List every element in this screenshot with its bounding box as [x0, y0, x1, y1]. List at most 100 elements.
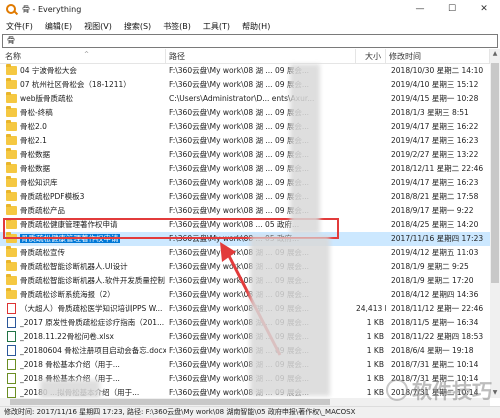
image-file-icon: [7, 373, 16, 384]
image-file-icon: [7, 387, 16, 398]
row-size: [356, 260, 386, 274]
row-modified: 2019/2/27 星期三 13:22: [391, 150, 479, 159]
folder-icon: [6, 274, 17, 285]
folder-icon: [6, 162, 17, 173]
row-name-text: web版骨质疏松: [20, 94, 74, 103]
table-row[interactable]: 骨松2.0 F:\360云盘\My work\08 湖 ... 09 展会... 2…: [0, 120, 490, 134]
row-modified: 2018/8/21 星期二 17:58: [391, 192, 479, 201]
row-name: _2018 骨松基本介绍（用于...: [20, 358, 166, 372]
row-size: [356, 162, 386, 176]
table-row[interactable]: 骨质疏松PDF模板3 F:\360云盘\My work\08 湖 ... 09 展…: [0, 190, 490, 204]
row-name: 04 宁波骨松大会: [20, 64, 166, 78]
row-modified: 2019/4/17 星期三 16:22: [391, 122, 479, 131]
folder-icon: [6, 134, 17, 145]
everything-app-icon: [6, 4, 16, 14]
row-size: [356, 148, 386, 162]
search-input[interactable]: 骨: [2, 34, 498, 48]
row-name: 骨松数据: [20, 162, 166, 176]
row-size: [356, 204, 386, 218]
row-name-text: 骨松数据: [20, 150, 50, 159]
table-row[interactable]: 骨松知识库 F:\360云盘\My work\08 湖 ... 09 展会... 2…: [0, 176, 490, 190]
row-name: 骨质疏松宣传: [20, 246, 166, 260]
column-headers: 名称 ^ 路径 大小 修改时间: [0, 49, 490, 64]
row-name: web版骨质疏松: [20, 92, 166, 106]
row-path: F:\360云盘\My work\08 湖 ... 09 展会...: [169, 206, 310, 215]
row-modified: 2018/12/11 星期二 22:46: [391, 164, 484, 173]
row-name: （大超人）骨质疏松医学知识培训PPS W...: [20, 302, 166, 316]
row-name-text: 骨松数据: [20, 164, 50, 173]
row-modified: 2019/4/15 星期一 10:28: [391, 94, 479, 103]
scroll-thumb[interactable]: [491, 63, 499, 283]
row-modified: 2017/11/16 星期四 17:23: [391, 234, 484, 243]
column-header-size[interactable]: 大小: [356, 49, 386, 64]
table-row[interactable]: 骨松数据 F:\360云盘\My work\08 湖 ... 09 展会... 20…: [0, 162, 490, 176]
table-row[interactable]: 骨松数据 F:\360云盘\My work\08 湖 ... 09 展会... 20…: [0, 148, 490, 162]
table-row[interactable]: 04 宁波骨松大会 F:\360云盘\My work\08 湖 ... 09 展会…: [0, 64, 490, 78]
row-name-text: （大超人）骨质疏松医学知识培训PPS W...: [20, 304, 163, 313]
row-name: 骨质疏松PDF模板3: [20, 190, 166, 204]
menu-tools[interactable]: 工具(T): [197, 21, 236, 32]
title-bar: 骨 - Everything — ☐ ✕: [0, 0, 500, 18]
folder-icon: [6, 260, 17, 271]
menu-edit[interactable]: 编辑(E): [39, 21, 78, 32]
column-header-modified[interactable]: 修改时间: [386, 49, 490, 64]
row-size: 1 KB: [366, 360, 384, 369]
menu-search[interactable]: 搜索(S): [118, 21, 157, 32]
privacy-blur: [250, 236, 330, 396]
folder-icon: [6, 120, 17, 131]
status-bar: 修改时间: 2017/11/16 星期四 17:23, 路径: F:\360云盘…: [0, 406, 500, 418]
row-size: [356, 246, 386, 260]
row-name: 骨质疏松产品: [20, 204, 166, 218]
row-name: 骨质疏松诊断系统海报（2）: [20, 288, 166, 302]
row-name-text: 骨质疏松宣传: [20, 248, 65, 257]
row-name: _20180604 骨松注册项目启动会备忘.docx: [20, 344, 166, 358]
row-name: 骨质疏松智能诊断机器人.UI设计: [20, 260, 166, 274]
row-modified: 2018/1/9 星期二 9:25: [391, 262, 469, 271]
row-name-text: _2018.11.22骨松问卷.xlsx: [20, 332, 114, 341]
row-modified: 2018/11/5 星期一 16:34: [391, 318, 479, 327]
row-name-text: 骨质疏松智能诊断机器人.软件开发质量控制: [20, 276, 165, 285]
scroll-up-icon[interactable]: ▲: [490, 49, 500, 59]
table-row[interactable]: 骨松-终稿 F:\360云盘\My work\08 湖 ... 09 展会... 2…: [0, 106, 490, 120]
table-row[interactable]: web版骨质疏松 C:\Users\Administrator\D... ents…: [0, 92, 490, 106]
sort-ascending-icon: ^: [84, 51, 90, 58]
row-path: F:\360云盘\My work\08 湖 ... 09 展会...: [169, 178, 310, 187]
row-path: F:\360云盘\My work\08 湖 ... 09 展会...: [169, 108, 310, 117]
row-modified: 2018/1/9 星期二 17:20: [391, 276, 474, 285]
menu-file[interactable]: 文件(F): [0, 21, 39, 32]
row-name-text: 骨松2.1: [20, 136, 47, 145]
menu-view[interactable]: 视图(V): [78, 21, 118, 32]
row-path: F:\360云盘\My work\08 湖 ... 09 展会...: [169, 122, 310, 131]
row-modified: 2018/4/25 星期三 14:20: [391, 220, 479, 229]
table-row[interactable]: 07 杭州社区骨松会（18-1211） F:\360云盘\My work\08 湖…: [0, 78, 490, 92]
row-name: 骨松知识库: [20, 176, 166, 190]
table-row[interactable]: 骨质疏松产品 F:\360云盘\My work\08 湖 ... 09 展会...…: [0, 204, 490, 218]
watermark-logo-icon: [386, 378, 408, 401]
row-name-text: 骨松知识库: [20, 178, 58, 187]
privacy-blur: [290, 64, 320, 234]
table-row[interactable]: 骨松2.1 F:\360云盘\My work\08 湖 ... 09 展会... 2…: [0, 134, 490, 148]
menu-bar: 文件(F) 编辑(E) 视图(V) 搜索(S) 书签(B) 工具(T) 帮助(H…: [0, 18, 500, 34]
column-header-path[interactable]: 路径: [166, 49, 356, 64]
row-name: 骨松2.1: [20, 134, 166, 148]
table-row[interactable]: _2018 骨松基本介绍（用于... F:\360云盘\My work\08 湖 …: [0, 358, 490, 372]
row-size: [356, 64, 386, 78]
column-header-name[interactable]: 名称 ^: [2, 49, 166, 64]
row-modified: 2018/10/30 星期二 14:10: [391, 66, 484, 75]
row-name-text: 骨质疏松PDF模板3: [20, 192, 85, 201]
close-button[interactable]: ✕: [468, 0, 500, 18]
horizontal-scroll-thumb[interactable]: [10, 399, 330, 405]
row-modified: 2019/4/17 星期三 16:23: [391, 136, 479, 145]
column-header-name-label: 名称: [5, 52, 21, 61]
row-modified: 2018/1/3 星期三 8:51: [391, 108, 469, 117]
row-modified: 2018/4/12 星期四 14:36: [391, 290, 479, 299]
row-name-text: _20180604 骨松注册项目启动会备忘.docx: [20, 346, 166, 355]
minimize-button[interactable]: —: [404, 0, 436, 18]
menu-bookmarks[interactable]: 书签(B): [157, 21, 197, 32]
menu-help[interactable]: 帮助(H): [236, 21, 276, 32]
maximize-button[interactable]: ☐: [436, 0, 468, 18]
row-modified: 2018/11/22 星期四 18:53: [391, 332, 484, 341]
pdf-file-icon: [7, 303, 16, 314]
row-size: [356, 218, 386, 232]
vertical-scrollbar[interactable]: ▲ ▼: [490, 49, 500, 398]
